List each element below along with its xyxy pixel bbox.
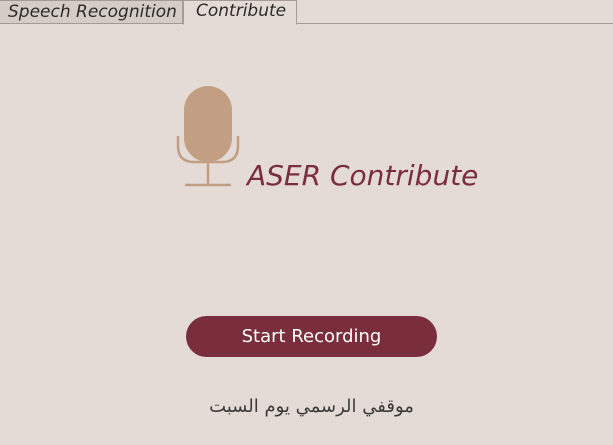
tab-speech-recognition[interactable]: Speech Recognition [0, 0, 183, 24]
tab-bar: Speech Recognition Contribute [0, 0, 613, 25]
start-recording-button[interactable]: Start Recording [186, 316, 437, 357]
app-title: ASER Contribute [247, 159, 479, 192]
app-window: Speech Recognition Contribute ASER Contr… [0, 0, 613, 445]
tab-contribute[interactable]: Contribute [183, 0, 297, 25]
microphone-icon [174, 84, 242, 190]
prompt-sentence: موقفي الرسمي يوم السبت [209, 396, 414, 417]
